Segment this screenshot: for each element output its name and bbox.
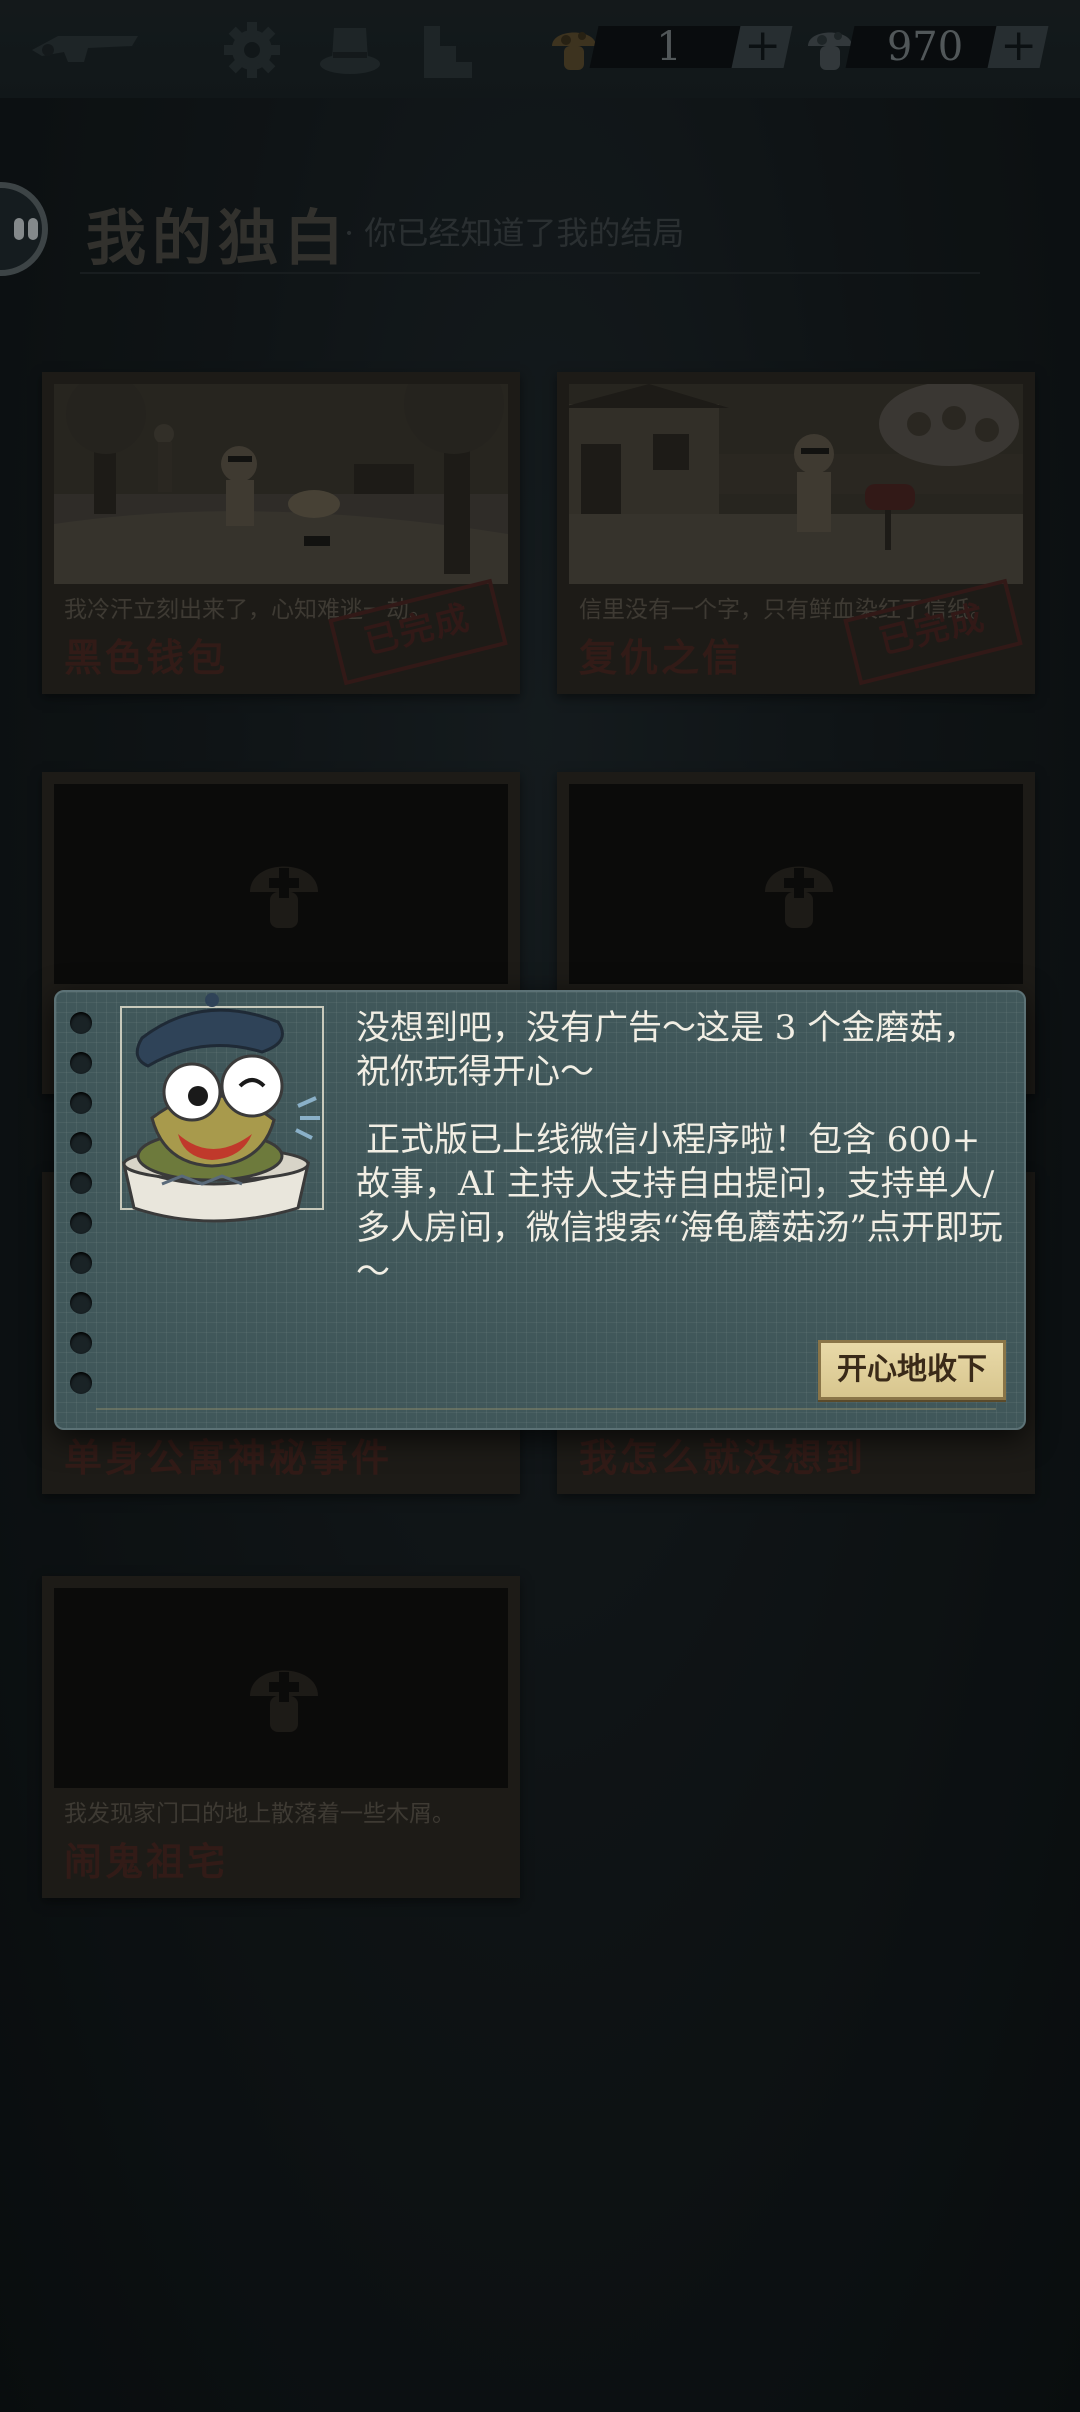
accept-button[interactable]: 开心地收下 — [818, 1340, 1006, 1400]
back-icon[interactable] — [0, 182, 48, 276]
locked-illustration — [54, 1588, 508, 1788]
app-screen: 1 + 970 + 我的独白 · 你已经知道了我的结局 我冷汗立刻出来了，心知难… — [0, 0, 1080, 2412]
page-header: 我的独白 · 你已经知道了我的结局 — [0, 160, 1080, 300]
turtle-mascot-icon — [102, 988, 342, 1228]
add-mushroom-button[interactable]: + — [987, 20, 1049, 71]
reward-message: 没想到吧，没有广告～这是 3 个金磨菇，祝你玩得开心～ — [356, 1008, 978, 1092]
story-title: 黑色钱包 — [64, 635, 229, 680]
reward-dialog: 没想到吧，没有广告～这是 3 个金磨菇，祝你玩得开心～ 正式版已上线微信小程序啦… — [54, 990, 1026, 1430]
page-title: 我的独白 — [86, 204, 350, 274]
mushroom-counter: 970 + — [802, 18, 1052, 76]
story-card[interactable]: 信里没有一个字，只有鲜血染红了信纸。 复仇之信 已完成 — [557, 372, 1035, 694]
top-bar: 1 + 970 + — [0, 0, 1080, 98]
locked-mushroom-icon — [765, 866, 833, 928]
locked-story-card[interactable]: 我发现家门口的地上散落着一些木屑。 闹鬼祖宅 — [42, 1576, 520, 1898]
page-subtitle: · 你已经知道了我的结局 — [344, 214, 685, 252]
add-gold-mushroom-button[interactable]: + — [731, 20, 793, 71]
gold-mushroom-counter: 1 + — [546, 18, 796, 76]
story-title: 单身公寓神秘事件 — [64, 1435, 393, 1480]
story-title: 我怎么就没想到 — [579, 1435, 867, 1480]
story-title: 闹鬼祖宅 — [64, 1839, 229, 1884]
locked-mushroom-icon — [250, 866, 318, 928]
story-hint: 我发现家门口的地上散落着一些木屑。 — [64, 1801, 455, 1827]
story-card[interactable]: 我冷汗立刻出来了，心知难逃一劫。 黑色钱包 已完成 — [42, 372, 520, 694]
gold-mushroom-count: 1 — [656, 24, 682, 70]
locked-illustration — [569, 784, 1023, 984]
notebook-binding — [70, 1012, 94, 1412]
promo-message: 正式版已上线微信小程序啦！包含 600+ 故事，AI 主持人支持自由提问，支持单… — [356, 1120, 1003, 1292]
locked-mushroom-icon — [250, 1670, 318, 1732]
story-illustration — [54, 384, 508, 584]
hat-icon[interactable] — [316, 16, 384, 84]
locked-illustration — [54, 784, 508, 984]
gear-icon[interactable] — [218, 16, 286, 84]
story-title: 复仇之信 — [579, 635, 744, 680]
gun-logo-icon[interactable] — [28, 22, 146, 76]
stairs-icon[interactable] — [414, 16, 482, 84]
story-illustration — [569, 384, 1023, 584]
mushroom-count: 970 — [886, 24, 964, 70]
